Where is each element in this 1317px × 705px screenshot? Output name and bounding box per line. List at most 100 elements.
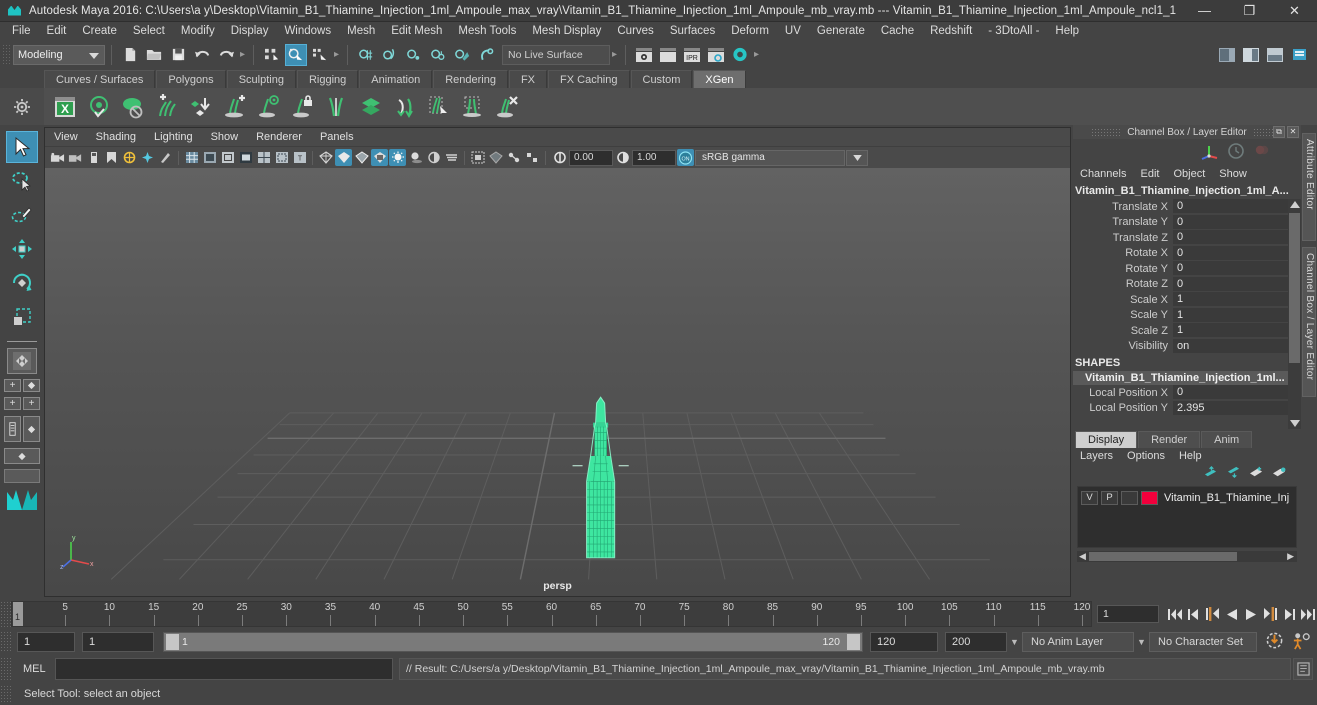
select-by-object-icon[interactable] [285,43,307,66]
attr-value[interactable]: 0 [1173,245,1301,261]
go-to-start-icon[interactable] [1165,604,1184,624]
attr-value[interactable]: 1 [1173,307,1301,323]
menu-uv[interactable]: UV [777,22,809,41]
xgen-layers-icon[interactable] [356,92,386,122]
menu-redshift[interactable]: Redshift [922,22,980,41]
shelf-tab-rendering[interactable]: Rendering [433,70,508,88]
menu-select[interactable]: Select [125,22,173,41]
range-slider[interactable]: 1 120 [163,632,863,652]
scrollbar-thumb[interactable] [1289,213,1300,363]
undock-panel-button[interactable]: ⧉ [1273,126,1285,138]
command-input[interactable] [55,658,393,680]
shelf-tab-polygons[interactable]: Polygons [156,70,226,88]
side-tab-channel-box[interactable]: Channel Box / Layer Editor [1302,247,1316,397]
shelf-tab-rigging[interactable]: Rigging [296,70,359,88]
xgen-region-icon[interactable] [458,92,488,122]
attr-value[interactable]: 0 [1173,230,1301,246]
menu-edit-mesh[interactable]: Edit Mesh [383,22,450,41]
render-settings-icon[interactable] [705,44,727,66]
color-management-toggle-icon[interactable]: ON [677,149,694,166]
layer-list-horizontal-scrollbar[interactable]: ◀ ▶ [1077,551,1297,562]
attr-value[interactable]: 1 [1173,292,1301,308]
channel-box-menu-channels[interactable]: Channels [1073,165,1133,183]
layer-editor-toggle-icon[interactable] [1264,44,1286,66]
perspective-viewport[interactable]: persp y x z [45,168,1070,596]
statusbar-collapse-4[interactable]: ▸ [752,45,761,65]
menu-windows[interactable]: Windows [276,22,339,41]
layer-visibility-toggle[interactable]: V [1081,490,1098,505]
statusbar-collapse-3[interactable]: ▸ [610,45,619,65]
xray-icon[interactable] [487,149,504,166]
side-tab-attribute-editor[interactable]: Attribute Editor [1302,133,1316,241]
xgen-preview-icon[interactable] [84,92,114,122]
shelf-options-button[interactable] [0,88,44,125]
persp-outliner-layout[interactable] [4,469,40,483]
menu-display[interactable]: Display [223,22,277,41]
xgen-groom-icon[interactable] [390,92,420,122]
scroll-down-arrow-icon[interactable] [1290,420,1300,427]
channel-box-toggle-icon[interactable] [1240,44,1262,66]
xgen-delete-guide-icon[interactable] [492,92,522,122]
wireframe-icon[interactable] [317,149,334,166]
undo-icon[interactable] [191,44,213,66]
xgen-lock-guide-icon[interactable] [288,92,318,122]
snap-curve-icon[interactable] [379,44,401,66]
persp-graph-layout[interactable] [23,416,40,442]
xgen-add-noise-icon[interactable] [186,92,216,122]
auto-keyframe-icon[interactable] [1265,631,1284,653]
select-tool[interactable] [6,131,38,163]
new-layer-from-selected-icon[interactable] [1272,466,1287,482]
film-gate-icon[interactable] [201,149,218,166]
attribute-editor-toggle-icon[interactable] [1288,44,1310,66]
menu-modify[interactable]: Modify [173,22,223,41]
shelf-tab-curves-surfaces[interactable]: Curves / Surfaces [44,70,156,88]
xray-active-components-icon[interactable] [523,149,540,166]
show-hide-editors-icon[interactable] [1216,44,1238,66]
attr-value[interactable]: 1 [1173,323,1301,339]
viewport-menu-lighting[interactable]: Lighting [145,128,202,146]
four-view-layout-tl[interactable]: + [4,379,21,392]
shelf-tab-fx[interactable]: FX [508,70,548,88]
command-line-grip[interactable] [0,657,11,681]
safe-action-icon[interactable] [273,149,290,166]
shadows-icon[interactable] [407,149,424,166]
xgen-hide-icon[interactable] [118,92,148,122]
scroll-left-arrow-icon[interactable]: ◀ [1079,551,1086,562]
shape-node-name[interactable]: Vitamin_B1_Thiamine_Injection_1ml... [1073,371,1301,385]
menu-mesh[interactable]: Mesh [339,22,383,41]
move-tool[interactable] [6,233,38,265]
snap-point-icon[interactable] [403,44,425,66]
single-perspective-layout[interactable] [7,348,37,374]
scroll-right-arrow-icon[interactable]: ▶ [1287,551,1294,562]
select-by-component-icon[interactable] [309,44,331,66]
gamma-value-field[interactable]: 1.00 [632,149,676,166]
screen-space-ao-icon[interactable] [425,149,442,166]
move-layer-up-icon[interactable] [1203,466,1218,482]
attr-value[interactable]: on [1173,338,1301,354]
resolution-gate-icon[interactable] [219,149,236,166]
xgen-preview-guide-icon[interactable] [254,92,284,122]
xgen-part-guides-icon[interactable] [322,92,352,122]
gate-mask-icon[interactable] [237,149,254,166]
menu-edit[interactable]: Edit [39,22,75,41]
four-view-layout-tr[interactable] [23,379,40,392]
select-by-hierarchy-icon[interactable] [261,44,283,66]
maximize-button[interactable]: ❐ [1227,0,1272,22]
outliner-persp-layout[interactable] [4,416,21,442]
anim-end-time-field[interactable]: 200 [945,632,1007,652]
field-chart-icon[interactable] [255,149,272,166]
axis-tripod-icon[interactable] [1199,142,1219,163]
layer-menu-help[interactable]: Help [1172,448,1209,465]
menu-curves[interactable]: Curves [609,22,661,41]
step-forward-keyframe-icon[interactable] [1279,604,1298,624]
color-management-chevron-down-icon[interactable] [846,149,868,166]
four-view-layout-br[interactable]: + [23,397,40,410]
menu-set-dropdown[interactable]: Modeling [13,44,105,65]
xgen-add-clumping-icon[interactable] [152,92,182,122]
time-slider-grip[interactable] [0,601,11,627]
color-management-dropdown[interactable]: sRGB gamma [695,149,845,166]
redo-icon[interactable] [215,44,237,66]
play-forwards-icon[interactable] [1241,604,1260,624]
menu-generate[interactable]: Generate [809,22,873,41]
minimize-button[interactable]: — [1182,0,1227,22]
